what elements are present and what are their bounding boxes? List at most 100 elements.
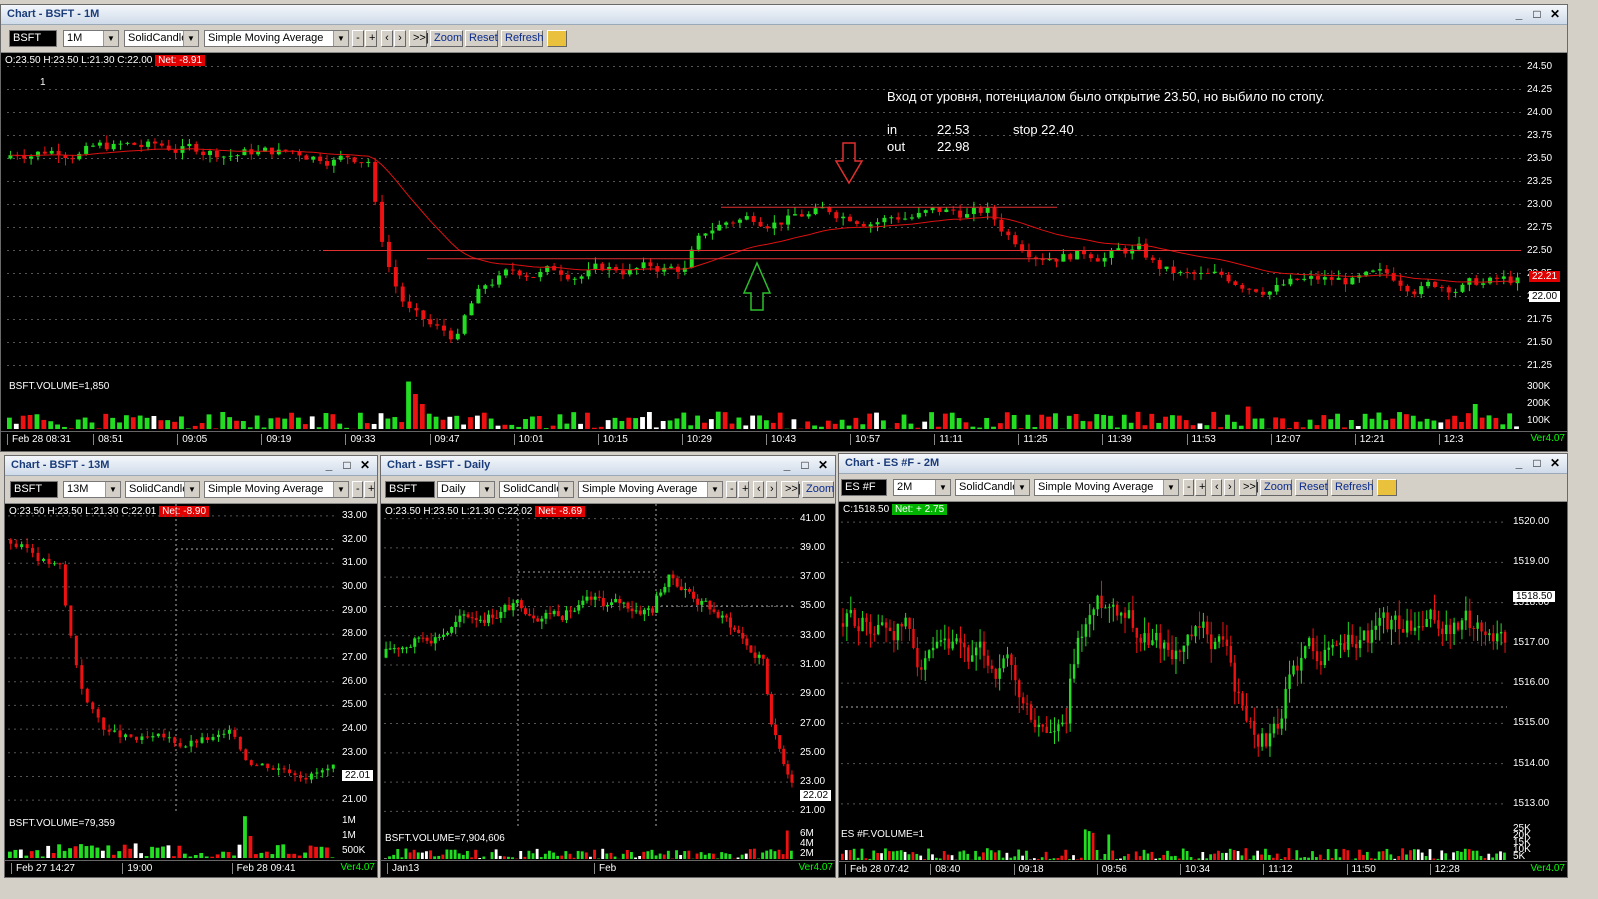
candle-body	[1421, 626, 1424, 628]
es-volume-plot[interactable]	[841, 826, 1507, 860]
scroll-end-button[interactable]: >>|	[781, 481, 801, 498]
es-volume-axis: 25K 20K 15K 10K 5K	[1509, 823, 1567, 861]
link-icon[interactable]	[1377, 479, 1397, 496]
volume-bar	[1465, 413, 1471, 429]
interval-select[interactable]: 2M ▼	[893, 479, 951, 496]
candle-body	[1002, 658, 1005, 669]
candle-body	[1108, 606, 1111, 608]
symbol-input[interactable]: BSFT	[385, 481, 435, 498]
candle-body	[782, 748, 786, 765]
zoom-button[interactable]: Zoom	[1260, 479, 1292, 496]
volume-bar	[495, 425, 501, 429]
zoom-out-button[interactable]: -	[352, 481, 363, 498]
candle-body	[1315, 651, 1319, 662]
minimize-icon[interactable]: _	[779, 458, 795, 473]
scroll-left-button[interactable]: ‹	[381, 30, 393, 47]
candle-body	[724, 615, 728, 618]
zoom-in-button[interactable]: +	[365, 30, 377, 47]
volume-bar	[1355, 426, 1361, 429]
zoom-out-button[interactable]: -	[352, 30, 364, 47]
candle-body	[944, 209, 949, 212]
interval-select[interactable]: 13M ▼	[63, 481, 121, 498]
maximize-icon[interactable]: □	[1529, 7, 1545, 22]
refresh-button[interactable]: Refresh	[501, 30, 544, 47]
volume-bar	[509, 424, 515, 429]
volume-bar	[1328, 419, 1334, 429]
zoom-button[interactable]: Zoom	[430, 30, 463, 47]
candle-body	[1452, 622, 1456, 635]
minimize-icon[interactable]: _	[321, 458, 337, 473]
scroll-left-button[interactable]: ‹	[753, 481, 764, 498]
study-select[interactable]: Simple Moving Average ▼	[578, 481, 723, 498]
scroll-right-button[interactable]: ›	[1224, 479, 1235, 496]
zoom-button[interactable]: Zoom	[802, 481, 834, 498]
symbol-input[interactable]: ES #F	[841, 479, 887, 496]
study-select[interactable]: Simple Moving Average ▼	[1034, 479, 1179, 496]
zoom-in-button[interactable]: +	[364, 481, 375, 498]
main-title-bar[interactable]: Chart - BSFT - 1M _ □ ✕	[1, 5, 1567, 25]
w13-title-bar[interactable]: Chart - BSFT - 13M _ □ ✕	[5, 456, 377, 476]
zoom-in-button[interactable]: +	[738, 481, 749, 498]
interval-select[interactable]: 1M ▼	[63, 30, 119, 47]
symbol-input[interactable]: BSFT	[9, 30, 57, 47]
candle-body	[1433, 609, 1436, 621]
reset-button[interactable]: Reset	[1295, 479, 1328, 496]
scroll-left-button[interactable]: ‹	[1211, 479, 1222, 496]
maximize-icon[interactable]: □	[1529, 456, 1545, 471]
zoom-in-button[interactable]: +	[1195, 479, 1206, 496]
volume-bar	[1287, 848, 1291, 860]
candle-body	[1437, 620, 1440, 629]
chevron-down-icon: ▼	[183, 31, 198, 46]
w13-price-plot[interactable]	[8, 504, 336, 812]
chevron-down-icon: ▼	[1014, 480, 1029, 495]
volume-bar	[609, 852, 613, 859]
es-title-bar[interactable]: Chart - ES #F - 2M _ □ ✕	[839, 454, 1567, 474]
volume-bar	[8, 851, 12, 858]
volume-bar	[130, 417, 136, 429]
candle-body	[1429, 609, 1432, 619]
style-select[interactable]: SolidCandle ▼	[499, 481, 574, 498]
symbol-input[interactable]: BSFT	[10, 481, 58, 498]
volume-bar	[286, 853, 291, 858]
minimize-icon[interactable]: _	[1511, 456, 1527, 471]
scroll-end-button[interactable]: >>|	[1239, 479, 1259, 496]
zoom-out-button[interactable]: -	[1183, 479, 1194, 496]
reset-button[interactable]: Reset	[465, 30, 498, 47]
time-tick-label: 09:18	[1013, 864, 1044, 875]
study-select[interactable]: Simple Moving Average ▼	[204, 481, 349, 498]
daily-price-plot[interactable]	[384, 504, 794, 826]
price-tick-label: 24.00	[342, 723, 368, 735]
candle-body	[156, 733, 160, 737]
close-icon[interactable]: ✕	[1547, 7, 1563, 22]
interval-select[interactable]: Daily ▼	[437, 481, 495, 498]
close-icon[interactable]: ✕	[357, 458, 373, 473]
maximize-icon[interactable]: □	[797, 458, 813, 473]
close-icon[interactable]: ✕	[815, 458, 831, 473]
candle-body	[834, 212, 839, 219]
daily-volume-plot[interactable]	[384, 829, 794, 859]
refresh-button[interactable]: Refresh	[1331, 479, 1374, 496]
zoom-out-button[interactable]: -	[726, 481, 737, 498]
scroll-end-button[interactable]: >>|	[409, 30, 429, 47]
style-select[interactable]: SolidCandle ▼	[124, 30, 199, 47]
volume-bar	[433, 856, 437, 859]
style-select[interactable]: SolidCandle ▼	[955, 479, 1030, 496]
scroll-right-button[interactable]: ›	[394, 30, 406, 47]
candle-body	[495, 617, 499, 619]
minimize-icon[interactable]: _	[1511, 7, 1527, 22]
es-price-plot[interactable]	[841, 502, 1507, 824]
volume-bar	[192, 425, 198, 429]
volume-bar	[598, 426, 604, 429]
volume-bar	[1483, 858, 1487, 860]
daily-title-bar[interactable]: Chart - BSFT - Daily _ □ ✕	[381, 456, 835, 476]
style-select[interactable]: SolidCandle ▼	[125, 481, 200, 498]
scroll-right-button[interactable]: ›	[766, 481, 777, 498]
window-title: Chart - ES #F - 2M	[845, 457, 940, 469]
close-icon[interactable]: ✕	[1547, 456, 1563, 471]
main-volume-plot[interactable]	[7, 379, 1521, 429]
w13-volume-plot[interactable]	[8, 814, 336, 858]
maximize-icon[interactable]: □	[339, 458, 355, 473]
link-icon[interactable]	[547, 30, 567, 47]
volume-bar	[687, 850, 691, 859]
study-select[interactable]: Simple Moving Average ▼	[204, 30, 349, 47]
